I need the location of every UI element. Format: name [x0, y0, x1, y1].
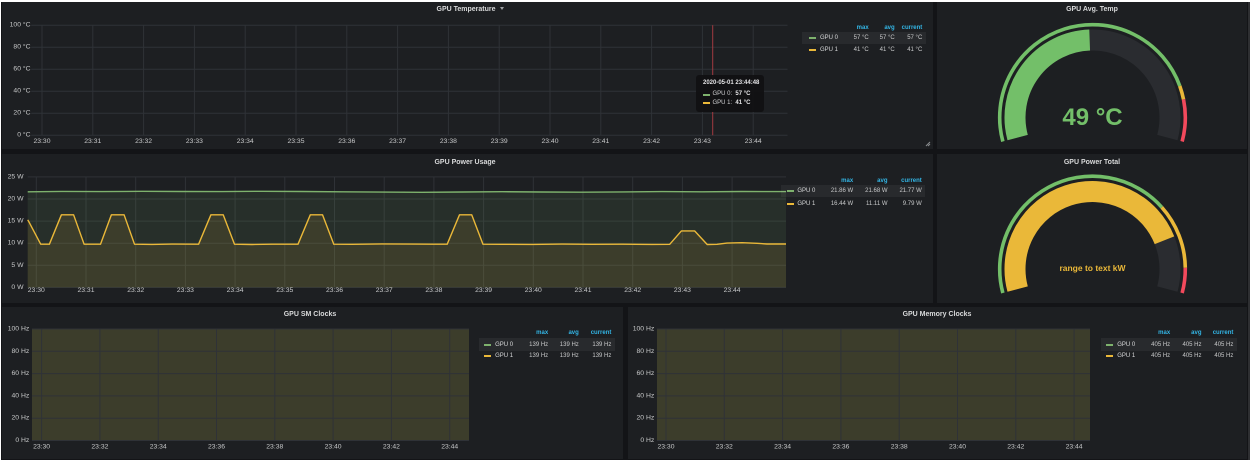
svg-text:100 Hz: 100 Hz: [8, 326, 30, 333]
svg-text:23:42: 23:42: [1007, 444, 1024, 451]
svg-text:23:44: 23:44: [724, 287, 741, 294]
svg-text:20 Hz: 20 Hz: [637, 415, 655, 422]
svg-text:80 Hz: 80 Hz: [637, 348, 655, 355]
svg-text:23:42: 23:42: [624, 287, 641, 294]
svg-text:23:32: 23:32: [127, 287, 144, 294]
svg-text:23:37: 23:37: [376, 287, 393, 294]
svg-text:23:40: 23:40: [949, 444, 966, 451]
svg-text:49 °C: 49 °C: [1062, 104, 1122, 131]
svg-text:80 Hz: 80 Hz: [12, 348, 30, 355]
svg-text:23:33: 23:33: [177, 287, 194, 294]
svg-text:23:36: 23:36: [832, 444, 849, 451]
svg-text:23:30: 23:30: [28, 287, 45, 294]
svg-text:0 W: 0 W: [11, 284, 24, 291]
svg-text:40 Hz: 40 Hz: [637, 392, 655, 399]
svg-text:23:30: 23:30: [657, 444, 674, 451]
svg-text:23:34: 23:34: [774, 444, 791, 451]
svg-text:23:36: 23:36: [208, 444, 225, 451]
svg-text:15 W: 15 W: [8, 218, 24, 225]
svg-text:23:31: 23:31: [77, 287, 94, 294]
svg-text:23:38: 23:38: [891, 444, 908, 451]
svg-text:60 Hz: 60 Hz: [12, 370, 30, 377]
svg-text:23:32: 23:32: [91, 444, 108, 451]
svg-text:23:34: 23:34: [227, 287, 244, 294]
svg-text:23:39: 23:39: [475, 287, 492, 294]
svg-text:5 W: 5 W: [11, 262, 24, 269]
svg-text:23:40: 23:40: [325, 444, 342, 451]
svg-text:23:43: 23:43: [674, 287, 691, 294]
svg-text:23:32: 23:32: [716, 444, 733, 451]
svg-text:23:44: 23:44: [441, 444, 458, 451]
svg-text:23:36: 23:36: [326, 287, 343, 294]
svg-text:23:40: 23:40: [525, 287, 542, 294]
svg-text:23:38: 23:38: [425, 287, 442, 294]
svg-text:0 Hz: 0 Hz: [15, 437, 30, 444]
svg-text:range to text kW: range to text kW: [1059, 263, 1126, 273]
svg-text:100 Hz: 100 Hz: [633, 326, 655, 333]
svg-text:0 Hz: 0 Hz: [640, 437, 655, 444]
svg-text:23:44: 23:44: [1066, 444, 1083, 451]
svg-text:23:35: 23:35: [276, 287, 293, 294]
svg-text:40 Hz: 40 Hz: [12, 392, 30, 399]
svg-text:60 Hz: 60 Hz: [637, 370, 655, 377]
svg-text:20 W: 20 W: [8, 196, 24, 203]
svg-text:20 Hz: 20 Hz: [12, 415, 30, 422]
svg-text:23:41: 23:41: [574, 287, 591, 294]
svg-text:23:34: 23:34: [150, 444, 167, 451]
svg-text:10 W: 10 W: [8, 240, 24, 247]
svg-text:23:38: 23:38: [266, 444, 283, 451]
svg-text:25 W: 25 W: [8, 173, 24, 180]
svg-text:23:42: 23:42: [383, 444, 400, 451]
svg-text:23:30: 23:30: [33, 444, 50, 451]
